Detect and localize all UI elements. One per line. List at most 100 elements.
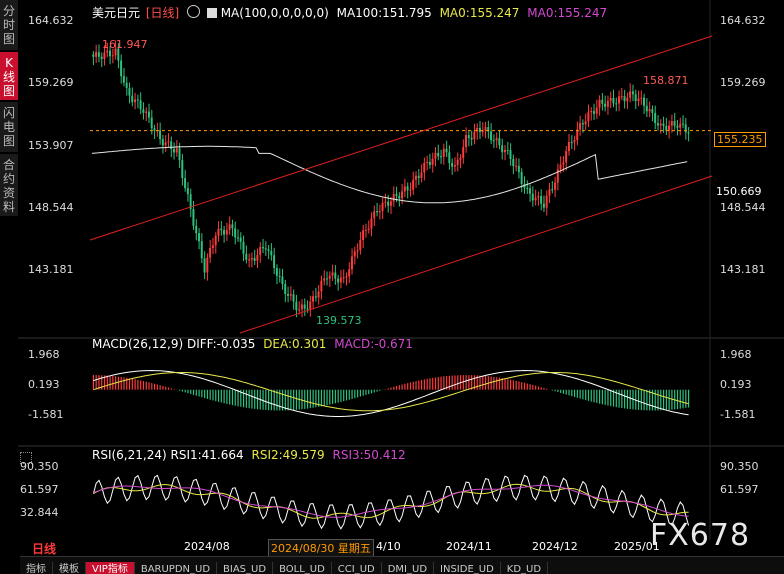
- rsi-right-tick: 61.597: [720, 483, 759, 496]
- toolbar-tab-indicator[interactable]: 指标: [20, 562, 53, 574]
- candle-body: [161, 139, 164, 146]
- candle-body: [412, 179, 415, 190]
- candle-body: [559, 164, 562, 170]
- candle-body: [273, 255, 276, 268]
- candle-body: [654, 112, 657, 124]
- candle-body: [501, 145, 504, 153]
- candle-body: [459, 158, 462, 160]
- candle-body: [515, 165, 518, 167]
- candle-body: [592, 111, 595, 114]
- candle-body: [665, 126, 668, 131]
- candle-body: [428, 161, 431, 165]
- rsi-left-tick: 90.350: [20, 460, 59, 473]
- candle-body: [339, 277, 342, 283]
- candle-body: [314, 296, 317, 298]
- candle-body: [573, 140, 576, 143]
- candle-body: [170, 141, 173, 150]
- left-tick: 148.544: [28, 201, 74, 214]
- candle-body: [359, 240, 362, 251]
- macd-right-tick: -1.581: [720, 408, 756, 421]
- x-label: 2024/11: [446, 540, 492, 553]
- candle-body: [195, 225, 198, 234]
- candle-body: [186, 188, 189, 195]
- footer-period[interactable]: 日线: [32, 540, 56, 557]
- toolbar-tab-barupdn[interactable]: BARUPDN_UD: [135, 562, 218, 574]
- toolbar-tab-vip[interactable]: VIP指标: [86, 562, 135, 574]
- candle-body: [312, 296, 315, 302]
- candle-body: [147, 111, 150, 118]
- candle-body: [348, 269, 351, 277]
- candle-body: [309, 301, 312, 310]
- toolbar-tab-cci[interactable]: CCI_UD: [332, 562, 382, 574]
- candle-body: [342, 277, 345, 279]
- candle-body: [209, 247, 212, 258]
- x-label: 2024/08: [184, 540, 230, 553]
- candle-body: [256, 254, 259, 261]
- candle-body: [136, 99, 139, 101]
- rsi-series: [92, 474, 690, 530]
- candle-body: [192, 209, 195, 226]
- candle-body: [103, 52, 106, 59]
- x-label: 2024/12: [532, 540, 578, 553]
- macd-right-tick: 0.193: [720, 378, 752, 391]
- candle-body: [392, 194, 395, 202]
- candle-body: [275, 267, 278, 276]
- candle-body: [398, 195, 401, 199]
- candle-body: [409, 189, 412, 191]
- rsi-right-tick: 90.350: [720, 460, 759, 473]
- toolbar-tab-dmi[interactable]: DMI_UD: [382, 562, 435, 574]
- candle-body: [676, 125, 679, 128]
- ma100-line: [91, 145, 688, 204]
- toolbar-tab-kd[interactable]: KD_UD: [501, 562, 549, 574]
- candle-body: [631, 91, 634, 95]
- candle-body: [125, 82, 128, 89]
- candle-body: [606, 100, 609, 107]
- candle-body: [451, 162, 454, 167]
- candle-body: [289, 294, 292, 296]
- candle-body: [389, 201, 392, 206]
- rsi-title: RSI(6,21,24): [92, 448, 167, 462]
- candle-body: [248, 259, 251, 261]
- candle-body: [590, 111, 593, 113]
- candle-body: [214, 235, 217, 246]
- toolbar-tab-boll[interactable]: BOLL_UD: [273, 562, 332, 574]
- macd-title: MACD(26,12,9): [92, 337, 184, 351]
- candle-body: [356, 250, 359, 252]
- candle-body: [615, 103, 618, 105]
- candle-body: [439, 156, 442, 158]
- channel-upper-line: [89, 35, 713, 241]
- annot-low: 139.573: [316, 314, 362, 327]
- candle-body: [601, 99, 604, 104]
- candle-body: [645, 105, 648, 112]
- candle-body: [612, 97, 615, 104]
- candle-body: [292, 294, 295, 302]
- toolbar-tab-bias[interactable]: BIAS_UD: [217, 562, 274, 574]
- candle-body: [370, 218, 373, 229]
- candle-body: [298, 309, 301, 311]
- toolbar-tab-template[interactable]: 模板: [53, 562, 86, 574]
- candle-body: [467, 135, 470, 138]
- rsi-left-tick: 61.597: [20, 483, 59, 496]
- candle-body: [503, 149, 506, 153]
- candle-body: [175, 148, 178, 153]
- candle-body: [528, 188, 531, 194]
- candle-body: [323, 278, 326, 281]
- candle-body: [587, 112, 590, 122]
- candle-body: [473, 131, 476, 140]
- candle-body: [562, 162, 565, 165]
- candle-body: [320, 280, 323, 292]
- candle-body: [239, 237, 242, 242]
- candle-body: [261, 247, 264, 249]
- candle-body: [225, 229, 228, 235]
- candle-body: [159, 130, 162, 140]
- candle-body: [531, 193, 534, 201]
- candle-body: [434, 152, 437, 159]
- candle-body: [139, 100, 142, 110]
- candle-body: [490, 131, 493, 141]
- toolbar-tab-inside[interactable]: INSIDE_UD: [434, 562, 501, 574]
- candle-body: [97, 52, 100, 57]
- rsi-left-tick: 32.844: [20, 506, 59, 519]
- candle-body: [668, 125, 671, 131]
- rsi3-value: RSI3:50.412: [332, 448, 406, 462]
- candle-body: [445, 148, 448, 153]
